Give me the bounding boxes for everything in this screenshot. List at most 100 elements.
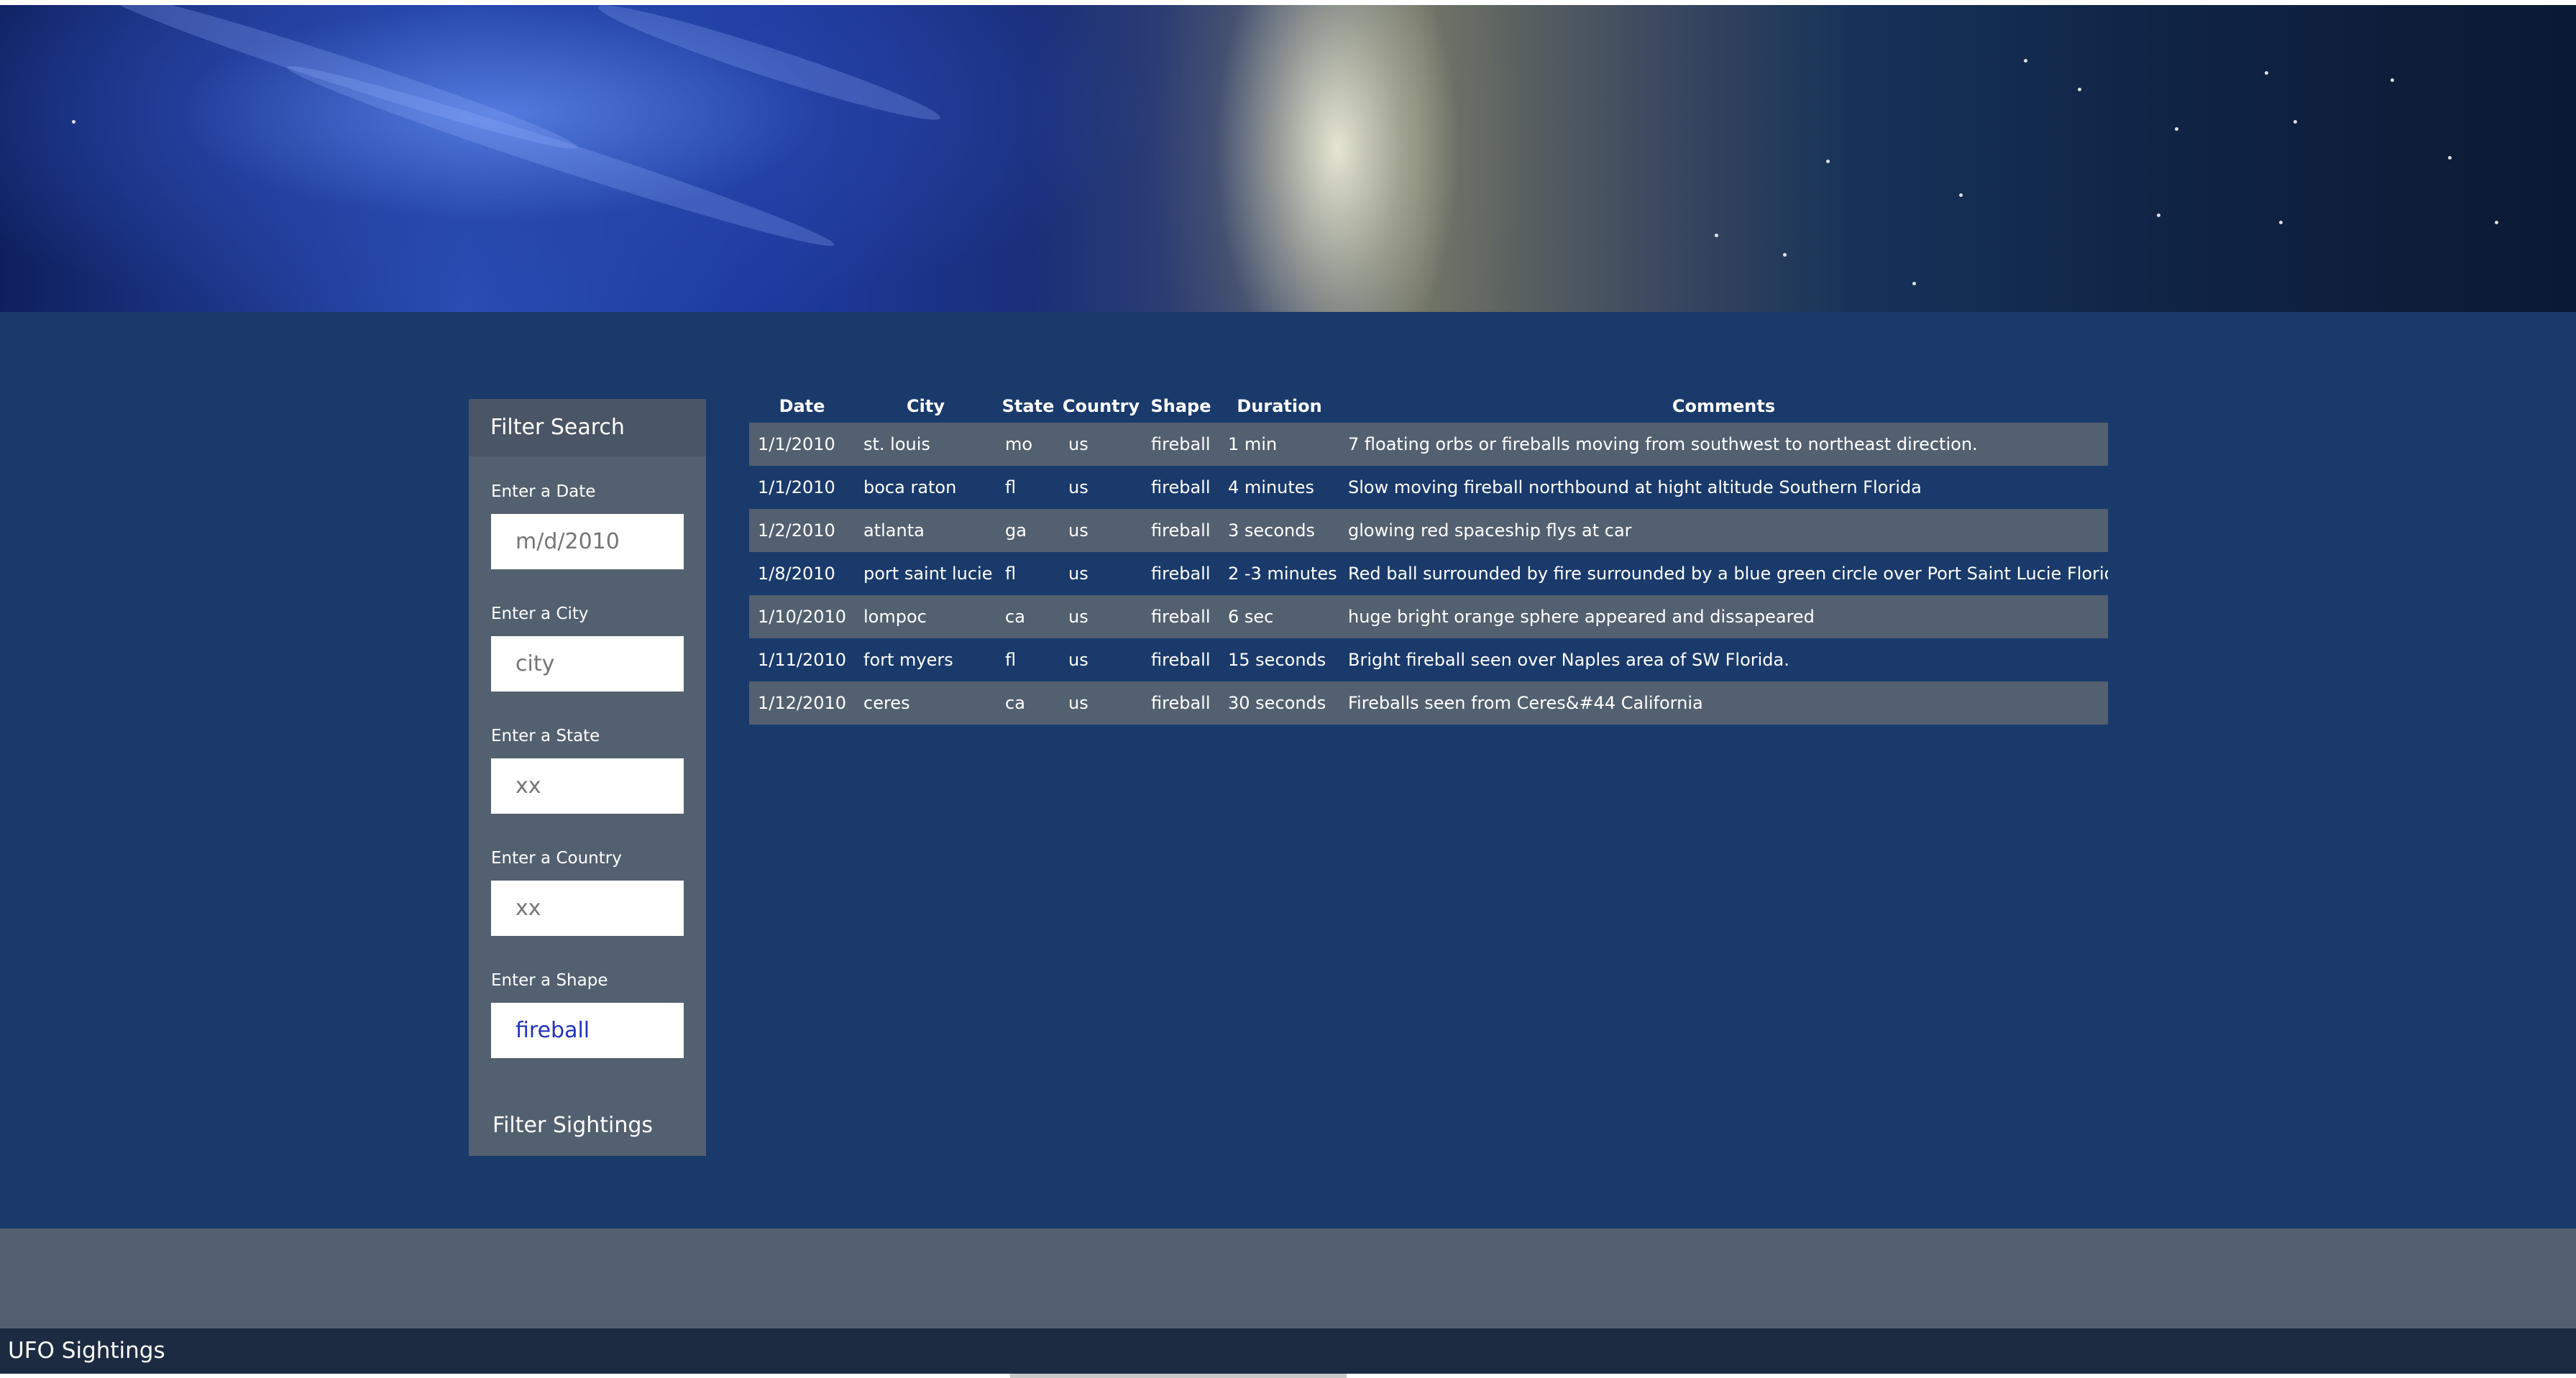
banner-star — [2157, 213, 2160, 217]
horizontal-scrollbar-thumb[interactable] — [1010, 1374, 1347, 1378]
cell-shape: fireball — [1142, 552, 1219, 595]
cell-country: us — [1060, 423, 1142, 466]
filter-sidebar: Filter Search Enter a Date Enter a City … — [469, 399, 706, 1156]
city-filter-group: Enter a City — [491, 603, 684, 692]
table-row: 1/10/2010 lompoc ca us fireball 6 sec hu… — [749, 595, 2108, 638]
state-filter-label: Enter a State — [491, 727, 600, 745]
shape-filter-label: Enter a Shape — [491, 971, 608, 990]
cell-shape: fireball — [1142, 681, 1219, 725]
cell-duration: 2 -3 minutes — [1219, 552, 1339, 595]
banner-star — [2024, 59, 2027, 63]
column-header-date: Date — [779, 395, 825, 416]
cell-comments: 7 floating orbs or fireballs moving from… — [1339, 423, 2108, 466]
banner-star — [1912, 282, 1916, 285]
cell-country: us — [1060, 595, 1142, 638]
cell-comments: glowing red spaceship flys at car — [1339, 509, 2108, 552]
cell-date: 1/1/2010 — [749, 466, 855, 509]
column-header-country: Country — [1062, 395, 1140, 416]
cell-shape: fireball — [1142, 423, 1219, 466]
cell-state: ca — [996, 681, 1060, 725]
cell-country: us — [1060, 552, 1142, 595]
column-header-shape: Shape — [1150, 395, 1211, 416]
cell-country: us — [1060, 681, 1142, 725]
header-banner-image — [0, 5, 2576, 312]
table-row: 1/12/2010 ceres ca us fireball 30 second… — [749, 681, 2108, 725]
cell-city: port saint lucie — [855, 552, 996, 595]
cell-country: us — [1060, 509, 1142, 552]
banner-light-streak — [594, 5, 945, 132]
banner-star — [1826, 160, 1830, 163]
cell-shape: fireball — [1142, 466, 1219, 509]
banner-star — [2293, 120, 2297, 124]
cell-state: ga — [996, 509, 1060, 552]
cell-duration: 4 minutes — [1219, 466, 1339, 509]
cell-state: fl — [996, 466, 1060, 509]
city-filter-input[interactable] — [491, 636, 684, 692]
table-row: 1/2/2010 atlanta ga us fireball 3 second… — [749, 509, 2108, 552]
footer-bar: UFO Sightings — [0, 1328, 2576, 1374]
footer-band — [0, 1228, 2576, 1328]
date-filter-label: Enter a Date — [491, 482, 596, 501]
cell-duration: 30 seconds — [1219, 681, 1339, 725]
cell-comments: Bright fireball seen over Naples area of… — [1339, 638, 2108, 681]
shape-filter-input[interactable] — [491, 1003, 684, 1058]
banner-star — [2448, 156, 2452, 160]
banner-star — [2175, 127, 2178, 131]
shape-filter-group: Enter a Shape — [491, 970, 684, 1058]
filter-sightings-button[interactable]: Filter Sightings — [492, 1113, 653, 1138]
country-filter-label: Enter a Country — [491, 849, 622, 868]
date-filter-group: Enter a Date — [491, 481, 684, 569]
country-filter-group: Enter a Country — [491, 848, 684, 936]
cell-state: ca — [996, 595, 1060, 638]
table-row: 1/11/2010 fort myers fl us fireball 15 s… — [749, 638, 2108, 681]
cell-shape: fireball — [1142, 509, 1219, 552]
cell-comments: Red ball surrounded by fire surrounded b… — [1339, 552, 2108, 595]
cell-date: 1/11/2010 — [749, 638, 855, 681]
cell-city: boca raton — [855, 466, 996, 509]
banner-star — [2078, 88, 2081, 91]
cell-comments: Fireballs seen from Ceres&#44 California — [1339, 681, 2108, 725]
cell-country: us — [1060, 466, 1142, 509]
banner-star — [72, 120, 75, 124]
banner-star — [2391, 78, 2394, 82]
cell-state: fl — [996, 552, 1060, 595]
cell-country: us — [1060, 638, 1142, 681]
cell-shape: fireball — [1142, 638, 1219, 681]
cell-duration: 1 min — [1219, 423, 1339, 466]
cell-duration: 15 seconds — [1219, 638, 1339, 681]
country-filter-input[interactable] — [491, 881, 684, 936]
sightings-table: Date City State Country Shape Duration C… — [749, 389, 2108, 725]
banner-star — [1715, 234, 1718, 237]
cell-city: st. louis — [855, 423, 996, 466]
banner-light-streak — [283, 53, 839, 259]
cell-duration: 3 seconds — [1219, 509, 1339, 552]
cell-state: mo — [996, 423, 1060, 466]
column-header-city: City — [907, 395, 945, 416]
cell-comments: Slow moving fireball northbound at hight… — [1339, 466, 2108, 509]
cell-date: 1/1/2010 — [749, 423, 855, 466]
state-filter-input[interactable] — [491, 758, 684, 814]
cell-city: fort myers — [855, 638, 996, 681]
cell-duration: 6 sec — [1219, 595, 1339, 638]
column-header-state: State — [1001, 395, 1055, 416]
table-row: 1/1/2010 boca raton fl us fireball 4 min… — [749, 466, 2108, 509]
cell-shape: fireball — [1142, 595, 1219, 638]
footer-title: UFO Sightings — [8, 1338, 165, 1364]
cell-state: fl — [996, 638, 1060, 681]
cell-city: ceres — [855, 681, 996, 725]
window-top-edge — [0, 0, 2576, 5]
city-filter-label: Enter a City — [491, 605, 589, 623]
banner-star — [2495, 221, 2498, 224]
cell-date: 1/12/2010 — [749, 681, 855, 725]
cell-city: atlanta — [855, 509, 996, 552]
banner-star — [2279, 221, 2283, 224]
cell-date: 1/10/2010 — [749, 595, 855, 638]
banner-star — [1959, 193, 1963, 197]
table-row: 1/8/2010 port saint lucie fl us fireball… — [749, 552, 2108, 595]
banner-star — [1783, 253, 1787, 257]
cell-comments: huge bright orange sphere appeared and d… — [1339, 595, 2108, 638]
filter-search-title: Filter Search — [469, 399, 706, 456]
date-filter-input[interactable] — [491, 514, 684, 569]
column-header-comments: Comments — [1672, 395, 1776, 416]
state-filter-group: Enter a State — [491, 725, 684, 814]
